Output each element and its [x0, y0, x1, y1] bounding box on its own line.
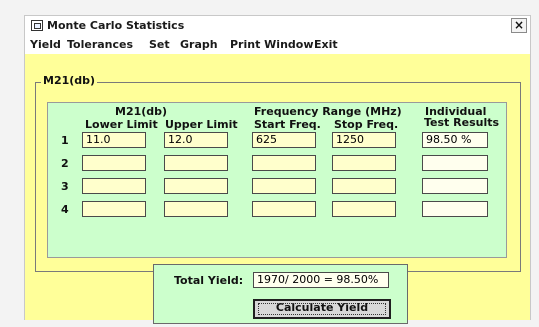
row-number: 3 [61, 180, 69, 193]
stop-freq-field[interactable] [332, 201, 396, 217]
start-freq-field[interactable]: 625 [252, 132, 316, 148]
window-icon [31, 20, 43, 31]
menu-graph[interactable]: Graph [180, 38, 218, 51]
start-freq-field[interactable] [252, 155, 316, 171]
upper-limit-field[interactable]: 12.0 [164, 132, 228, 148]
yield-panel: Total Yield: 1970/ 2000 = 98.50% Calcula… [153, 264, 408, 324]
menu-bar: Yield Tolerances Set Graph Print Window … [25, 36, 530, 55]
limits-table: M21(db) Frequency Range (MHz) Individual… [47, 102, 507, 258]
header-lower-limit: Lower Limit [85, 118, 158, 131]
groupbox-label: M21(db) [41, 74, 98, 87]
total-yield-label: Total Yield: [174, 274, 244, 287]
start-freq-field[interactable] [252, 201, 316, 217]
test-result-field [422, 155, 488, 171]
stop-freq-field[interactable] [332, 155, 396, 171]
menu-yield[interactable]: Yield [30, 38, 61, 51]
upper-limit-field[interactable] [164, 155, 228, 171]
total-yield-field: 1970/ 2000 = 98.50% [253, 272, 389, 288]
header-stop-freq: Stop Freq. [334, 118, 399, 131]
menu-set[interactable]: Set [149, 38, 170, 51]
title-bar: Monte Carlo Statistics × [25, 16, 530, 36]
stop-freq-field[interactable] [332, 178, 396, 194]
upper-limit-field[interactable] [164, 201, 228, 217]
row-number: 2 [61, 157, 69, 170]
test-result-field: 98.50 % [422, 132, 488, 148]
menu-print-window[interactable]: Print Window [230, 38, 314, 51]
client-area: M21(db) M21(db) Frequency Range (MHz) In… [25, 54, 530, 324]
close-button[interactable]: × [511, 18, 527, 33]
section-frequency: Frequency Range (MHz) [254, 105, 402, 118]
menu-tolerances[interactable]: Tolerances [67, 38, 133, 51]
start-freq-field[interactable] [252, 178, 316, 194]
row-number: 1 [61, 134, 69, 147]
row-number: 4 [61, 203, 69, 216]
lower-limit-field[interactable]: 11.0 [82, 132, 146, 148]
lower-limit-field[interactable] [82, 155, 146, 171]
monte-carlo-window: Monte Carlo Statistics × Yield Tolerance… [24, 15, 531, 324]
test-result-field [422, 178, 488, 194]
button-focus-rect [258, 303, 386, 315]
stop-freq-field[interactable]: 1250 [332, 132, 396, 148]
calculate-yield-button[interactable]: Calculate Yield [253, 299, 391, 319]
section-m21: M21(db) [115, 105, 168, 118]
lower-limit-field[interactable] [82, 201, 146, 217]
header-upper-limit: Upper Limit [165, 118, 238, 131]
section-results-line2: Test Results [424, 116, 500, 129]
menu-exit[interactable]: Exit [314, 38, 338, 51]
upper-limit-field[interactable] [164, 178, 228, 194]
header-start-freq: Start Freq. [254, 118, 321, 131]
lower-limit-field[interactable] [82, 178, 146, 194]
window-title: Monte Carlo Statistics [47, 19, 185, 32]
test-result-field [422, 201, 488, 217]
